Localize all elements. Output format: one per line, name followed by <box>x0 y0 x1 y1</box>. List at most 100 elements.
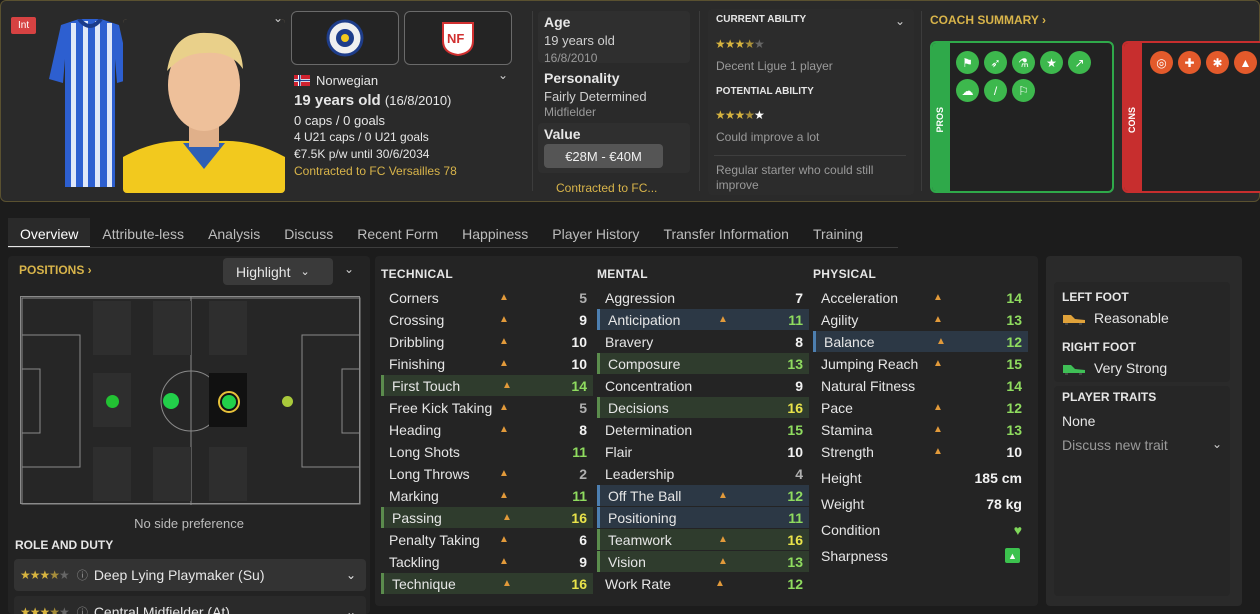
attr-value: 5 <box>579 399 587 416</box>
tab-player-history[interactable]: Player History <box>540 218 651 248</box>
attr-row-free-kick[interactable]: Free Kick Taking ▲ 5 <box>381 397 593 418</box>
pros-label: PROS <box>935 107 945 133</box>
brain-icon[interactable]: ☁ <box>956 79 979 102</box>
attr-row-composure[interactable]: Composure 13 <box>597 353 809 374</box>
position-dot-am[interactable] <box>282 396 293 407</box>
attr-row-finishing[interactable]: Finishing ▲ 10 <box>381 353 593 374</box>
role-row-2[interactable]: ★★★ ★ ★ ⓘ Central Midfielder (At) ⌄ <box>14 596 366 614</box>
tab-recent-form[interactable]: Recent Form <box>345 218 450 248</box>
attr-row-jumping-reach[interactable]: Jumping Reach ▲ 15 <box>813 353 1028 374</box>
attr-row-off-the-ball[interactable]: Off The Ball ▲ 12 <box>597 485 809 506</box>
attr-row-flair[interactable]: Flair 10 <box>597 441 809 462</box>
flask-icon[interactable]: ⚗ <box>1012 51 1035 74</box>
tab-discuss[interactable]: Discuss <box>272 218 345 248</box>
attr-row-decisions[interactable]: Decisions 16 <box>597 397 809 418</box>
contract-line[interactable]: Contracted to FC Versailles 78 <box>294 164 457 178</box>
attr-row-leadership[interactable]: Leadership 4 <box>597 463 809 484</box>
target-icon[interactable]: ◎ <box>1150 51 1173 74</box>
mental-title: MENTAL <box>597 267 648 281</box>
plus-icon[interactable]: ✚ <box>1178 51 1201 74</box>
highlight-dropdown[interactable]: Highlight ⌄ <box>223 258 333 285</box>
coach-summary-link[interactable]: COACH SUMMARY › <box>930 13 1046 27</box>
nationality-chevron-icon[interactable]: ⌄ <box>498 68 508 82</box>
heart-icon: ♥ <box>1013 521 1022 538</box>
attr-row-crossing[interactable]: Crossing ▲ 9 <box>381 309 593 330</box>
attr-row-pace[interactable]: Pace ▲ 12 <box>813 397 1028 418</box>
attr-row-teamwork[interactable]: Teamwork ▲ 16 <box>597 529 809 550</box>
attr-row-natural-fitness[interactable]: Natural Fitness 14 <box>813 375 1028 396</box>
attr-row-agility[interactable]: Agility ▲ 13 <box>813 309 1028 330</box>
potential-ability-stars: ★★★★★ <box>715 108 765 122</box>
attr-row-aggression[interactable]: Aggression 7 <box>597 287 809 308</box>
trend-icon[interactable]: ↗ <box>1068 51 1091 74</box>
contracted-short[interactable]: Contracted to FC... <box>556 181 657 195</box>
tab-training[interactable]: Training <box>801 218 875 248</box>
attr-value: 9 <box>579 311 587 328</box>
attr-row-determination[interactable]: Determination 15 <box>597 419 809 440</box>
attr-row-marking[interactable]: Marking ▲ 11 <box>381 485 593 506</box>
national-team-crest-button[interactable]: NF <box>404 11 512 65</box>
arrow-up-icon: ▲ <box>499 490 509 501</box>
pitch-zone[interactable] <box>153 301 191 355</box>
attr-row-concentration[interactable]: Concentration 9 <box>597 375 809 396</box>
set-pieces-icon[interactable]: ⚑ <box>956 51 979 74</box>
attr-name: Positioning <box>608 509 677 526</box>
info-icon[interactable]: ⓘ <box>77 567 88 583</box>
attr-row-first-touch[interactable]: First Touch ▲ 14 <box>381 375 593 396</box>
attr-value: 14 <box>1006 289 1022 306</box>
tab-attribute-less[interactable]: Attribute-less <box>90 218 196 248</box>
value-range-button[interactable]: €28M - €40M <box>544 144 663 168</box>
pitch-zone[interactable] <box>153 447 191 501</box>
attr-value: 185 cm <box>974 469 1022 486</box>
ability-chevron-icon[interactable]: ⌄ <box>895 14 905 28</box>
position-dot-dm[interactable] <box>106 395 119 408</box>
paw-icon[interactable]: ✱ <box>1206 51 1229 74</box>
passing-icon[interactable]: ➶ <box>984 51 1007 74</box>
attr-name: Tackling <box>389 553 440 570</box>
club-crest-button[interactable] <box>291 11 399 65</box>
attr-row-positioning[interactable]: Positioning 11 <box>597 507 809 528</box>
positions-link[interactable]: POSITIONS › <box>19 263 92 277</box>
chevron-down-icon[interactable]: ⌄ <box>273 11 283 25</box>
value-range: €28M - €40M <box>565 148 642 164</box>
attr-row-tackling[interactable]: Tackling ▲ 9 <box>381 551 593 572</box>
attr-row-acceleration[interactable]: Acceleration ▲ 14 <box>813 287 1028 308</box>
attr-row-dribbling[interactable]: Dribbling ▲ 10 <box>381 331 593 352</box>
pitch-zone[interactable] <box>93 447 131 501</box>
attr-row-vision[interactable]: Vision ▲ 13 <box>597 551 809 572</box>
arrow-up-icon: ▲ <box>718 556 728 567</box>
attr-row-anticipation[interactable]: Anticipation ▲ 11 <box>597 309 809 330</box>
position-dot-selected[interactable] <box>218 391 240 413</box>
role-row-1[interactable]: ★★★ ★ ★ ⓘ Deep Lying Playmaker (Su) ⌄ <box>14 559 366 591</box>
attr-row-corners[interactable]: Corners ▲ 5 <box>381 287 593 308</box>
alert-icon[interactable]: ▲ <box>1234 51 1257 74</box>
attr-row-technique[interactable]: Technique ▲ 16 <box>381 573 593 594</box>
tab-happiness[interactable]: Happiness <box>450 218 540 248</box>
position-dot-mc[interactable] <box>163 393 179 409</box>
pitch-zone[interactable] <box>209 447 247 501</box>
stick-icon[interactable]: / <box>984 79 1007 102</box>
attr-row-balance[interactable]: Balance ▲ 12 <box>813 331 1028 352</box>
attr-row-passing[interactable]: Passing ▲ 16 <box>381 507 593 528</box>
tab-transfer-information[interactable]: Transfer Information <box>651 218 801 248</box>
attr-row-strength[interactable]: Strength ▲ 10 <box>813 441 1028 462</box>
attr-row-work-rate[interactable]: Work Rate ▲ 12 <box>597 573 809 594</box>
info-icon[interactable]: ⓘ <box>77 604 88 614</box>
nationality-row[interactable]: Norwegian <box>294 73 378 88</box>
attr-row-heading[interactable]: Heading ▲ 8 <box>381 419 593 440</box>
attr-row-long-throws[interactable]: Long Throws ▲ 2 <box>381 463 593 484</box>
discuss-trait-dropdown[interactable]: Discuss new trait ⌄ <box>1062 437 1222 453</box>
tab-analysis[interactable]: Analysis <box>196 218 272 248</box>
positions-chevron-icon[interactable]: ⌄ <box>344 262 354 276</box>
star-icon[interactable]: ★ <box>1040 51 1063 74</box>
attr-row-long-shots[interactable]: Long Shots 11 <box>381 441 593 462</box>
side-preference: No side preference <box>134 516 244 531</box>
attr-name: Technique <box>392 575 456 592</box>
pitch-zone[interactable] <box>209 301 247 355</box>
tab-overview[interactable]: Overview <box>8 218 91 248</box>
attr-row-penalty-taking[interactable]: Penalty Taking ▲ 6 <box>381 529 593 550</box>
attr-row-bravery[interactable]: Bravery 8 <box>597 331 809 352</box>
flag-icon[interactable]: ⚐ <box>1012 79 1035 102</box>
attr-row-stamina[interactable]: Stamina ▲ 13 <box>813 419 1028 440</box>
pitch-zone[interactable] <box>93 301 131 355</box>
